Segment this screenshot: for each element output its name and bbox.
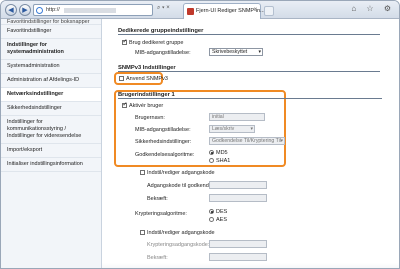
user-mib-access-value: Læs/skriv <box>212 126 235 132</box>
new-tab-button[interactable] <box>264 6 274 16</box>
chevron-down-icon: ▾ <box>258 49 261 55</box>
tab-close-icon[interactable]: × <box>253 7 257 13</box>
main-content: Dedikerede gruppeindstillinger Brug dedi… <box>102 19 399 268</box>
activate-user-label: Aktivér bruger <box>129 103 164 109</box>
set-auth-password-row[interactable]: Indstil/rediger adgangskode <box>140 170 215 176</box>
auth-md5-row[interactable]: MD5 <box>209 150 228 156</box>
dedicated-mib-access-value: Skrivebeskyttet <box>212 49 248 55</box>
address-bar[interactable]: http:// <box>33 4 153 16</box>
auth-algorithm-label: Godkendelsesalgoritme: <box>135 152 195 158</box>
enc-des-label: DES <box>216 209 228 215</box>
encryption-algorithm-label: Krypteringsalgoritme: <box>135 211 187 217</box>
set-enc-password-checkbox[interactable] <box>140 230 145 236</box>
sidebar-item-system-admin[interactable]: Systemadministration <box>1 60 101 74</box>
use-snmpv3-row[interactable]: Anvend SNMPv3 <box>119 76 168 82</box>
dedicated-group-title: Dedikerede gruppeindstillinger <box>118 28 380 35</box>
auth-md5-label: MD5 <box>216 150 228 156</box>
tab-favicon-icon <box>187 8 194 15</box>
use-snmpv3-label: Anvend SNMPv3 <box>126 76 168 82</box>
dedicated-group-section: Dedikerede gruppeindstillinger <box>118 28 380 35</box>
browser-toolbar: ◀ ▶ http:// ⌕ ▾ × Fjern-UI Rediger SNMP-… <box>1 1 399 19</box>
username-field[interactable]: initial <box>209 113 265 121</box>
snmpv3-title: SNMPv3 Indstillinger <box>118 65 380 72</box>
enc-aes-label: AES <box>216 217 228 223</box>
browser-tools-icons[interactable]: ⌂ ☆ ⚙ <box>351 4 395 13</box>
dedicated-mib-access-select[interactable]: Skrivebeskyttet ▾ <box>209 48 263 56</box>
use-dedicated-group-row[interactable]: Brug dedikeret gruppe <box>122 38 184 46</box>
use-dedicated-group-label: Brug dedikeret gruppe <box>129 40 184 46</box>
enc-password-field[interactable] <box>209 240 267 248</box>
address-url: http:// <box>46 7 60 13</box>
sidebar-item-initialize[interactable]: Initialiser indstillingsinformation <box>1 158 101 172</box>
set-auth-password-checkbox[interactable] <box>140 170 145 176</box>
use-dedicated-group-checkbox[interactable] <box>122 38 128 46</box>
set-auth-password-label: Indstil/rediger adgangskode <box>147 170 215 176</box>
activate-user-row[interactable]: Aktivér bruger <box>122 101 164 109</box>
enc-password-label: Krypteringsadgangskode: <box>147 242 210 248</box>
sidebar-item-network[interactable]: Netværksindstillinger <box>1 88 101 102</box>
sidebar-heading-system-admin: Indstillinger for systemadministration <box>1 39 101 60</box>
auth-confirm-label: Bekræft: <box>147 196 168 202</box>
user-settings-title: Brugerindstillinger 1 <box>118 92 382 99</box>
security-settings-value: Godkendelse Til/Kryptering Til <box>212 138 281 144</box>
browser-logo-icon <box>36 7 43 14</box>
bottom-fade <box>102 263 399 268</box>
enc-des-row[interactable]: DES <box>209 209 227 215</box>
auth-confirm-field[interactable] <box>209 194 267 202</box>
user-mib-access-select[interactable]: Læs/skriv ▾ <box>209 125 255 133</box>
sidebar-item-favorites[interactable]: Favoritindstillinger <box>1 25 101 39</box>
sidebar-item-communication[interactable]: Indstillinger for kommunikationsstyring … <box>1 116 101 144</box>
set-enc-password-label: Indstil/rediger adgangskode <box>147 230 215 236</box>
activate-user-checkbox[interactable] <box>122 101 128 109</box>
snmpv3-section: SNMPv3 Indstillinger <box>118 65 380 72</box>
auth-md5-radio[interactable] <box>209 150 214 156</box>
back-button[interactable]: ◀ <box>5 4 17 16</box>
dedicated-mib-access-label: MIB-adgangstilladelse: <box>135 50 191 56</box>
enc-aes-radio[interactable] <box>209 217 214 223</box>
enc-confirm-field[interactable] <box>209 253 267 261</box>
user-mib-access-label: MIB-adgangstilladelse: <box>135 127 191 133</box>
auth-sha1-row[interactable]: SHA1 <box>209 158 230 164</box>
auth-password-field[interactable] <box>209 181 267 189</box>
enc-des-radio[interactable] <box>209 209 214 215</box>
security-settings-select[interactable]: Godkendelse Til/Kryptering Til ▾ <box>209 137 285 145</box>
back-arrow-icon: ◀ <box>8 7 14 14</box>
use-snmpv3-checkbox[interactable] <box>119 76 124 82</box>
forward-arrow-icon: ▶ <box>22 7 28 14</box>
chevron-down-icon: ▾ <box>250 126 253 132</box>
auth-sha1-radio[interactable] <box>209 158 214 164</box>
address-icons[interactable]: ⌕ ▾ × <box>157 5 170 12</box>
sidebar-item-department-id[interactable]: Administration af Afdelings-ID <box>1 74 101 88</box>
enc-aes-row[interactable]: AES <box>209 217 227 223</box>
chevron-down-icon: ▾ <box>280 138 283 144</box>
set-enc-password-row[interactable]: Indstil/rediger adgangskode <box>140 230 215 236</box>
forward-button[interactable]: ▶ <box>19 4 31 16</box>
sidebar-item-security[interactable]: Sikkerhedsindstillinger <box>1 102 101 116</box>
user-settings-section: Brugerindstillinger 1 <box>118 92 382 99</box>
browser-window: ◀ ▶ http:// ⌕ ▾ × Fjern-UI Rediger SNMP-… <box>0 0 400 269</box>
browser-tab[interactable]: Fjern-UI Rediger SNMP-in... × <box>183 3 265 19</box>
security-settings-label: Sikkerhedsindstillinger: <box>135 139 192 145</box>
sidebar-item-import-export[interactable]: Import/eksport <box>1 144 101 158</box>
sidebar: Favoritindstillinger for boksnapper Favo… <box>1 19 102 268</box>
username-label: Brugernavn: <box>135 115 165 121</box>
address-url-redacted <box>64 8 116 13</box>
auth-sha1-label: SHA1 <box>216 158 231 164</box>
enc-confirm-label: Bekræft: <box>147 255 168 261</box>
